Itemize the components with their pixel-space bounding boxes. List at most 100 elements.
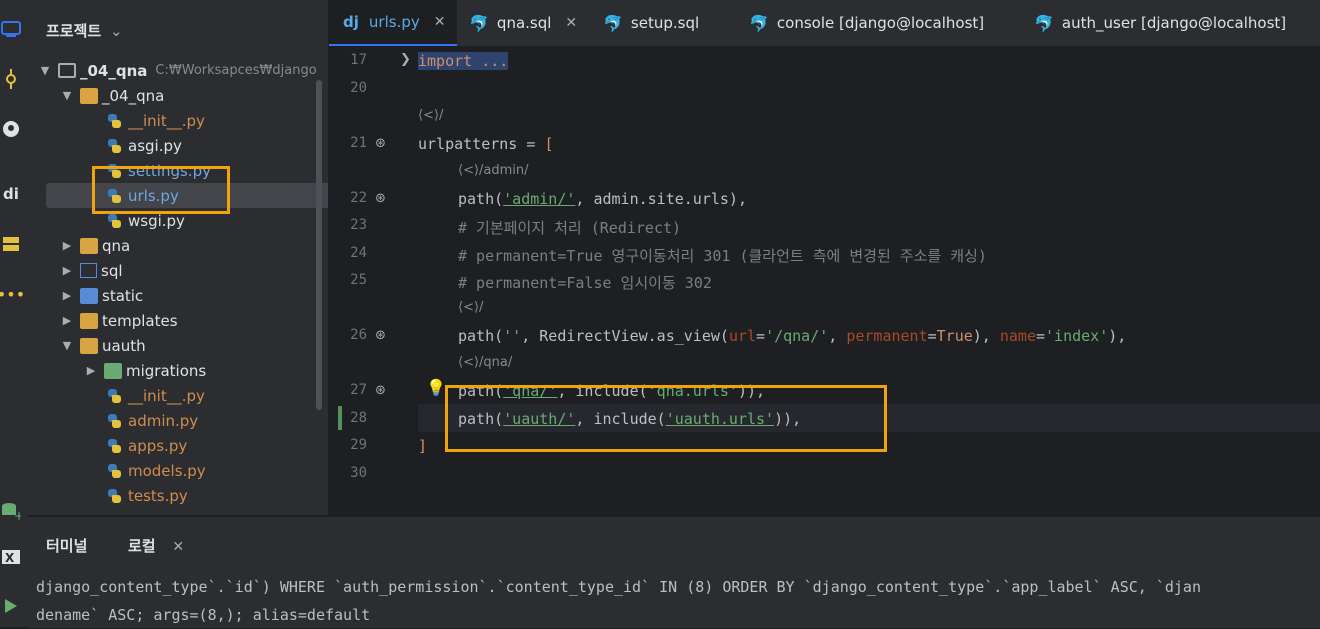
sql-file-icon: 🐬 [749,13,769,33]
fold-chevron-icon[interactable]: ❯ [400,52,411,67]
tab-local[interactable]: 로컬 ✕ [128,535,184,556]
tab-console[interactable]: 🐬 console [django@localhost] [749,0,984,46]
project-folder-icon [58,63,76,78]
folder-icon [80,87,98,104]
line-number: 28 [350,410,367,426]
folder-icon [80,337,98,354]
chevron-right-icon[interactable]: ▶ [60,264,74,277]
tree-item-apps[interactable]: apps.py [28,433,328,458]
python-file-icon [106,388,124,404]
url-gutter-icon[interactable]: ⊛ [375,383,386,398]
svg-text:X: X [5,551,15,565]
tree-item-models[interactable]: models.py [28,458,328,483]
chevron-right-icon[interactable]: ▶ [60,314,74,327]
line-number: 30 [350,465,367,481]
python-file-icon [106,463,124,479]
tree-item-asgi[interactable]: asgi.py [28,133,328,158]
project-view-icon[interactable] [0,18,22,40]
code-line-21[interactable]: urlpatterns = [ [418,135,553,153]
tree-item-label: models.py [128,461,206,480]
chevron-down-icon[interactable]: ▼ [38,64,52,77]
tree-item-templates[interactable]: ▶ templates [28,308,328,333]
line-number: 21 [350,135,367,151]
tree-item-static[interactable]: ▶ static [28,283,328,308]
tree-item-label: wsgi.py [128,211,185,230]
tree-item-uauth-init[interactable]: __init__.py [28,383,328,408]
import-fold[interactable]: import ... [418,52,508,70]
url-gutter-icon[interactable]: ⊛ [375,191,386,206]
project-scrollbar[interactable] [316,80,322,410]
more-tools-icon[interactable]: ••• [0,283,25,305]
run-icon[interactable] [0,595,22,617]
tree-item-qna[interactable]: ▶ qna [28,233,328,258]
code-line-26[interactable]: path('', RedirectView.as_view(url='/qna/… [458,327,1126,345]
editor-tabs: dj urls.py ✕ 🐬 qna.sql ✕ 🐬 setup.sql 🐬 c… [329,0,1320,47]
code-line-29[interactable]: ] [418,437,427,455]
close-icon[interactable]: ✕ [565,15,577,31]
tree-item-04qna[interactable]: ▼ _04_qna [28,83,328,108]
tree-item-label: _04_qna [102,86,165,105]
tree-item-uauth[interactable]: ▼ uauth [28,333,328,358]
code-line-22[interactable]: path('admin/', admin.site.urls), [458,190,747,208]
django-structure-icon[interactable]: di [0,183,22,205]
code-line-23[interactable]: # 기본페이지 처리 (Redirect) [458,217,681,238]
highlight-box-urlpatterns [445,385,887,452]
tab-qna-sql[interactable]: 🐬 qna.sql ✕ [469,0,577,46]
github-icon[interactable] [0,118,22,140]
terminal-line: django_content_type`.`id`) WHERE `auth_p… [36,578,1201,596]
tree-item-label: asgi.py [128,136,182,155]
project-panel: 프로젝트 ⌄ ▼ _04_qna C:₩Worksapces₩django ▼ … [28,0,328,515]
tree-item-label: qna [102,236,131,255]
excel-icon[interactable]: X [0,546,22,568]
url-hint: ⟨<⟩/ [418,108,444,123]
chevron-right-icon[interactable]: ▶ [60,239,74,252]
terminal-output[interactable]: django_content_type`.`id`) WHERE `auth_p… [36,573,1201,629]
tree-item-admin[interactable]: admin.py [28,408,328,433]
tree-item-tests[interactable]: tests.py [28,483,328,508]
sql-file-icon: 🐬 [603,13,623,33]
tab-label: urls.py [368,13,420,31]
chevron-down-icon[interactable]: ▼ [60,339,74,352]
close-icon[interactable]: ✕ [172,539,184,555]
close-icon[interactable]: ✕ [434,14,446,30]
chevron-right-icon[interactable]: ▶ [84,364,98,377]
tree-item-label: uauth [102,336,146,355]
url-hint: ⟨<⟩/ [458,300,484,315]
tab-auth-user[interactable]: 🐬 auth_user [django@localhost] [1034,0,1286,46]
line-number: 25 [350,272,367,288]
tree-item-sql[interactable]: ▶ sql [28,258,328,283]
tree-item-init[interactable]: __init__.py [28,108,328,133]
tree-item-label: admin.py [128,411,199,430]
tree-item-label: tests.py [128,486,188,505]
code-line-17[interactable]: import ... [418,52,509,70]
line-number: 23 [350,217,367,233]
python-file-icon [106,413,124,429]
tree-item-label: sql [101,261,123,280]
database-tool-icon[interactable] [0,233,22,255]
tree-item-migrations[interactable]: ▶ migrations [28,358,328,383]
chevron-down-icon[interactable]: ▼ [60,89,74,102]
line-number: 27 [350,382,367,398]
tree-item-label: apps.py [128,436,188,455]
svg-text:+: + [14,509,21,521]
table-icon: 🐬 [1034,13,1054,33]
tree-item-label: static [102,286,144,305]
chevron-right-icon[interactable]: ▶ [60,289,74,302]
code-line-24[interactable]: # permanent=True 영구이동처리 301 (클라언트 측에 변경된… [458,245,987,266]
database-add-icon[interactable]: + [0,500,22,522]
project-panel-title[interactable]: 프로젝트 ⌄ [46,20,123,41]
python-file-icon [106,138,124,154]
tree-item-label: migrations [126,361,207,380]
url-gutter-icon[interactable]: ⊛ [375,136,386,151]
tab-urls-py[interactable]: dj urls.py ✕ [329,0,457,46]
commit-icon[interactable] [0,68,22,90]
url-hint: ⟨<⟩/qna/ [458,355,513,370]
tree-root[interactable]: ▼ _04_qna C:₩Worksapces₩django [28,58,328,83]
tree-item-label: templates [102,311,178,330]
url-gutter-icon[interactable]: ⊛ [375,328,386,343]
tab-setup-sql[interactable]: 🐬 setup.sql [603,0,699,46]
highlight-box-urls-file [92,166,230,214]
lightbulb-icon[interactable]: 💡 [426,378,446,397]
tab-terminal[interactable]: 터미널 [46,535,87,556]
code-line-25[interactable]: # permanent=False 임시이동 302 [458,272,712,293]
